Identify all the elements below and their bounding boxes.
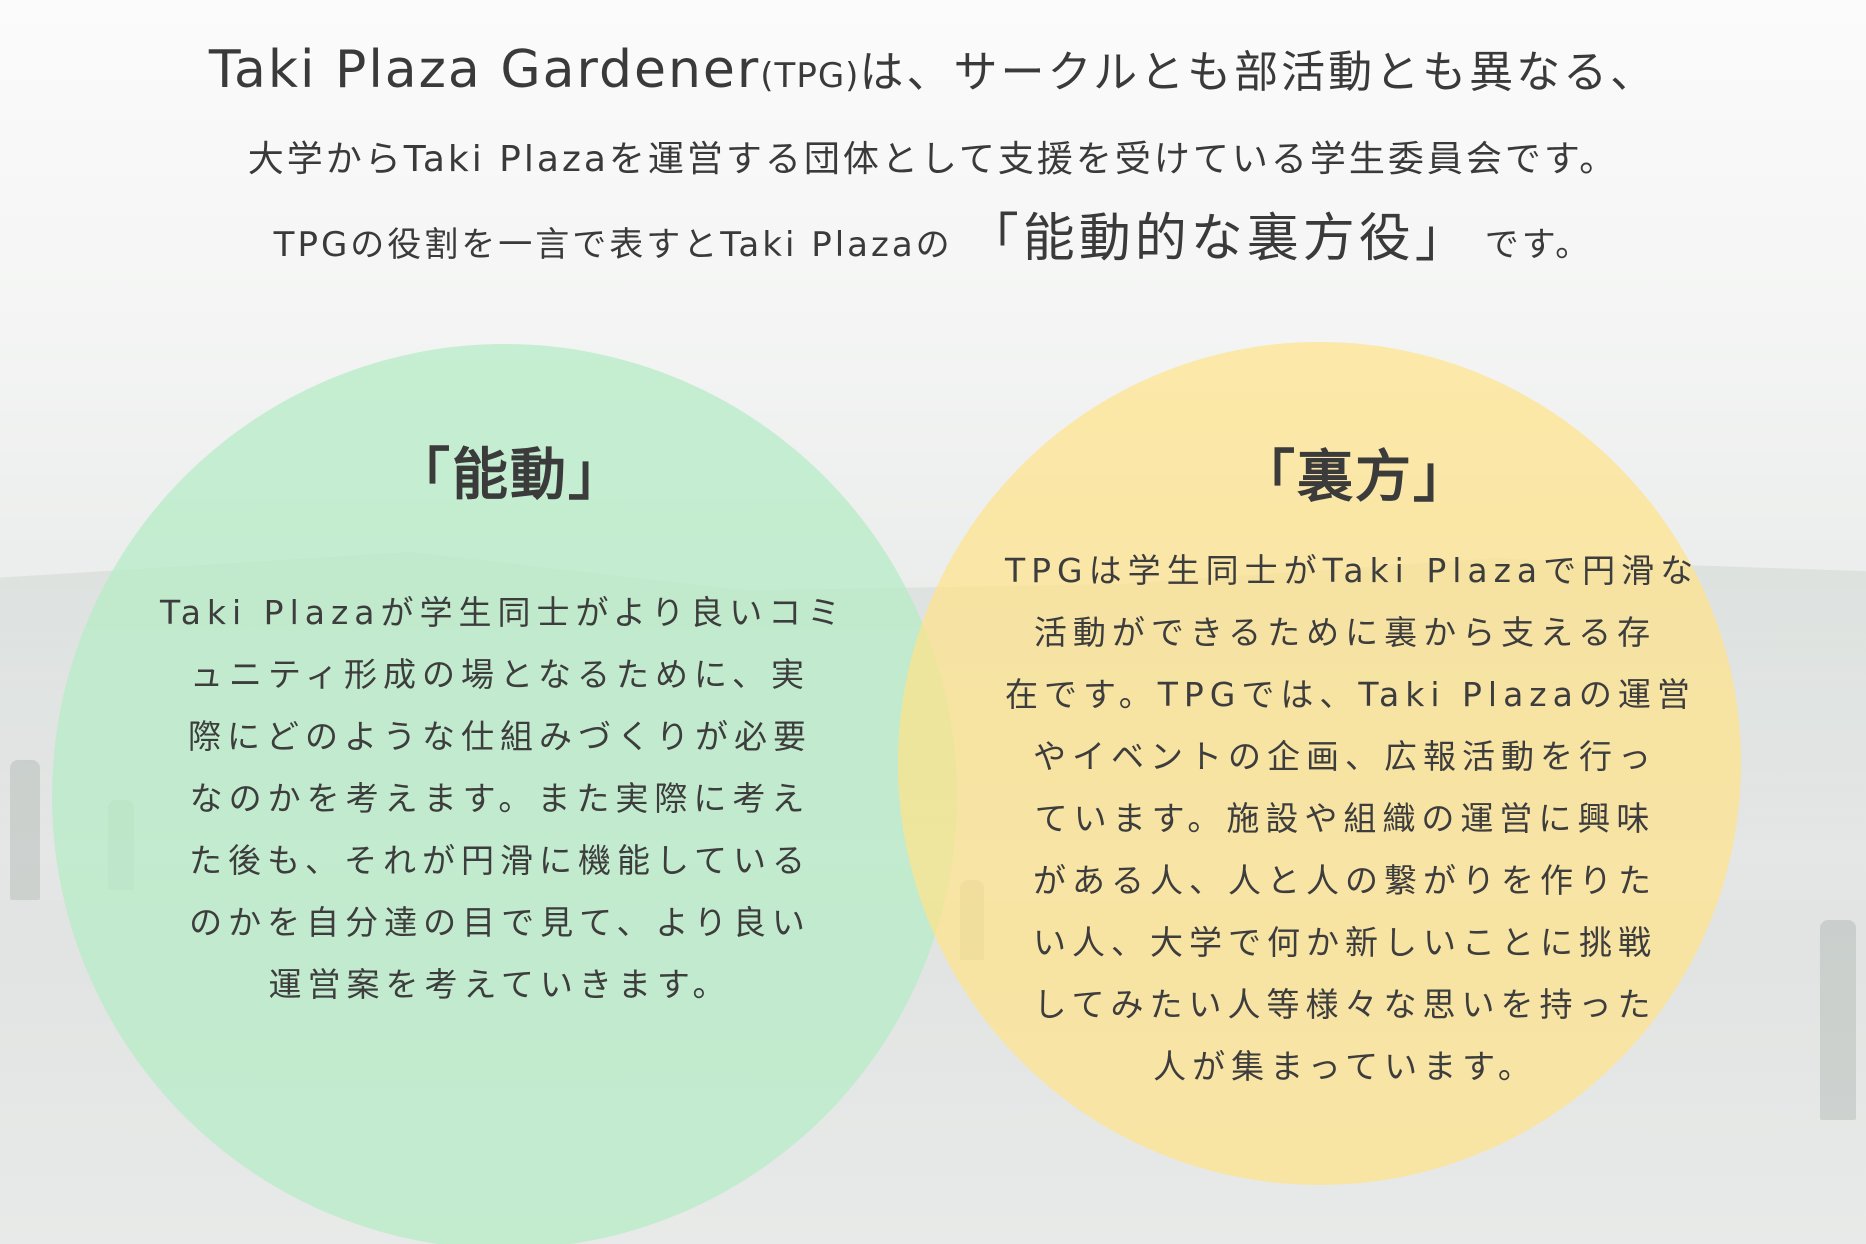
intro-line-2: 大学からTaki Plazaを運営する団体として支援を受けている学生委員会です。: [247, 139, 1619, 180]
body-line: がある人、人と人の繋がりを作りた: [1033, 861, 1657, 900]
background-person: [10, 760, 40, 900]
body-line: なのかを考えます。また実際に考え: [189, 779, 811, 818]
body-line: た後も、それが円滑に機能している: [188, 841, 812, 880]
body-line: 活動ができるために裏から支える存: [1033, 613, 1657, 652]
body-line: 人が集まっています。: [1153, 1047, 1537, 1086]
body-line: してみたい人等様々な思いを持った: [1033, 985, 1657, 1024]
intro-line-3: TPGの役割を一言で表すとTaki Plazaの 「能動的な裏方役」 です。: [0, 196, 1866, 271]
body-line: 際にどのような仕組みづくりが必要: [188, 717, 812, 756]
role-emphasis: 「能動的な裏方役」: [966, 209, 1471, 269]
body-line: ュニティ形成の場となるために、実: [189, 655, 811, 694]
active-circle-body: Taki Plazaが学生同士がより良いコミ ュニティ形成の場となるために、実 …: [160, 582, 840, 1016]
intro-line-3-after: です。: [1484, 225, 1593, 265]
brand-name: Taki Plaza Gardener: [208, 40, 761, 100]
active-circle-title: 「能動」: [394, 443, 626, 508]
body-line: ています。施設や組織の運営に興味: [1034, 799, 1656, 838]
intro-line-1-text: は、サークルとも部活動とも異なる、: [859, 47, 1658, 98]
body-line: 在です。TPGでは、Taki Plazaの運営: [1005, 675, 1696, 714]
body-line: TPGは学生同士がTaki Plazaで円滑な: [1005, 551, 1700, 590]
behind-scenes-circle-body: TPGは学生同士がTaki Plazaで円滑な 活動ができるために裏から支える存…: [1005, 540, 1700, 1098]
body-line: のかを自分達の目で見て、より良い: [189, 903, 811, 942]
behind-scenes-circle-title: 「裏方」: [1239, 445, 1471, 510]
background-person: [1820, 920, 1856, 1120]
body-line: Taki Plazaが学生同士がより良いコミ: [160, 593, 847, 632]
brand-abbreviation: (TPG): [760, 56, 860, 96]
intro-line-3-before: TPGの役割を一言で表すとTaki Plazaの: [273, 225, 953, 265]
body-line: い人、大学で何か新しいことに挑戦: [1033, 923, 1657, 962]
intro-line-1: Taki Plaza Gardener(TPG)は、サークルとも部活動とも異なる…: [0, 36, 1866, 100]
body-line: やイベントの企画、広報活動を行っ: [1033, 737, 1657, 776]
body-line: 運営案を考えていきます。: [268, 965, 732, 1004]
